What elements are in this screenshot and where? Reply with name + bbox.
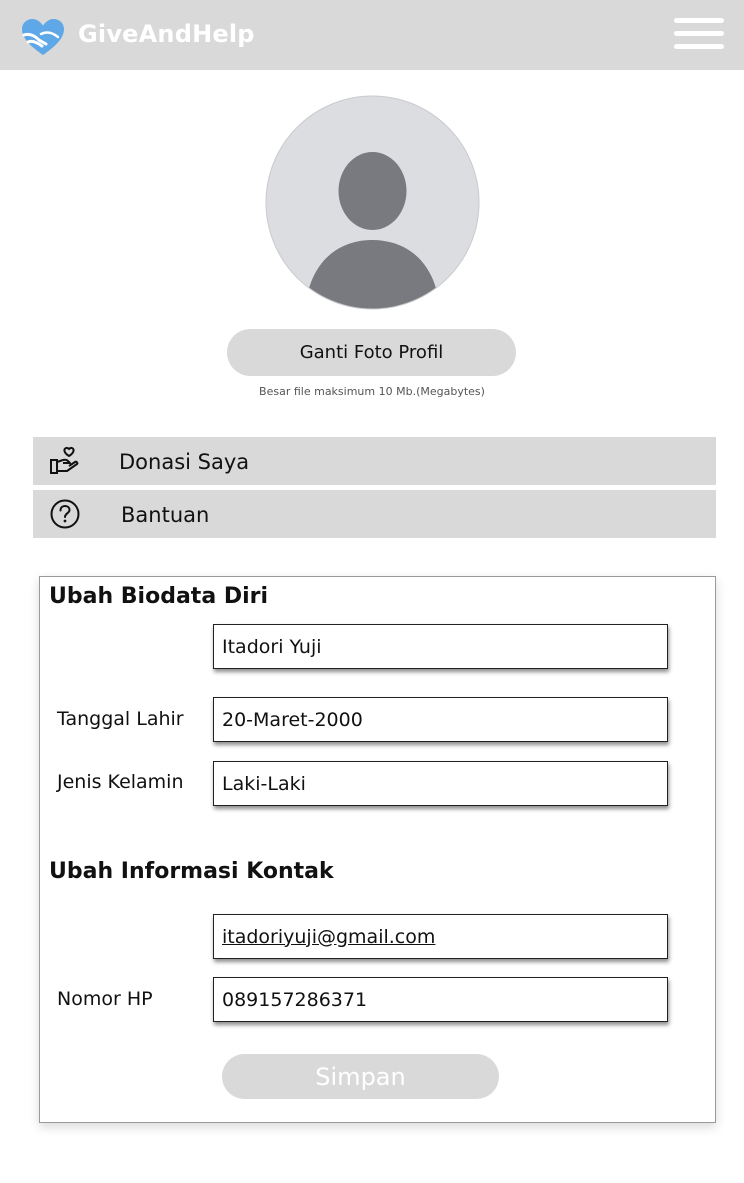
change-photo-button[interactable]: Ganti Foto Profil: [227, 329, 516, 376]
phone-input[interactable]: [213, 977, 668, 1022]
avatar: [265, 95, 480, 310]
birthdate-label: Tanggal Lahir: [57, 708, 184, 730]
save-button[interactable]: Simpan: [222, 1054, 499, 1099]
contact-section-title: Ubah Informasi Kontak: [49, 859, 334, 884]
hamburger-menu-icon[interactable]: [674, 18, 726, 52]
profile-form-card: Ubah Biodata Diri Tanggal Lahir Jenis Ke…: [39, 576, 716, 1123]
nav-item-label: Donasi Saya: [119, 450, 250, 474]
gender-label: Jenis Kelamin: [57, 771, 184, 793]
nav-item-label: Bantuan: [121, 503, 210, 527]
name-input[interactable]: [213, 624, 668, 669]
app-header: GiveAndHelp: [0, 0, 744, 70]
heart-hands-icon[interactable]: [20, 18, 66, 58]
birthdate-input[interactable]: [213, 697, 668, 742]
donation-hand-heart-icon: [50, 446, 79, 474]
phone-label: Nomor HP: [57, 988, 153, 1010]
email-input[interactable]: [213, 914, 668, 959]
gender-input[interactable]: [213, 761, 668, 806]
brand-name[interactable]: GiveAndHelp: [78, 20, 255, 48]
nav-item-bantuan[interactable]: Bantuan: [33, 490, 716, 538]
help-question-icon: [50, 499, 80, 529]
file-size-note: Besar file maksimum 10 Mb.(Megabytes): [259, 385, 485, 398]
biodata-section-title: Ubah Biodata Diri: [49, 584, 269, 609]
nav-item-donasi-saya[interactable]: Donasi Saya: [33, 437, 716, 485]
